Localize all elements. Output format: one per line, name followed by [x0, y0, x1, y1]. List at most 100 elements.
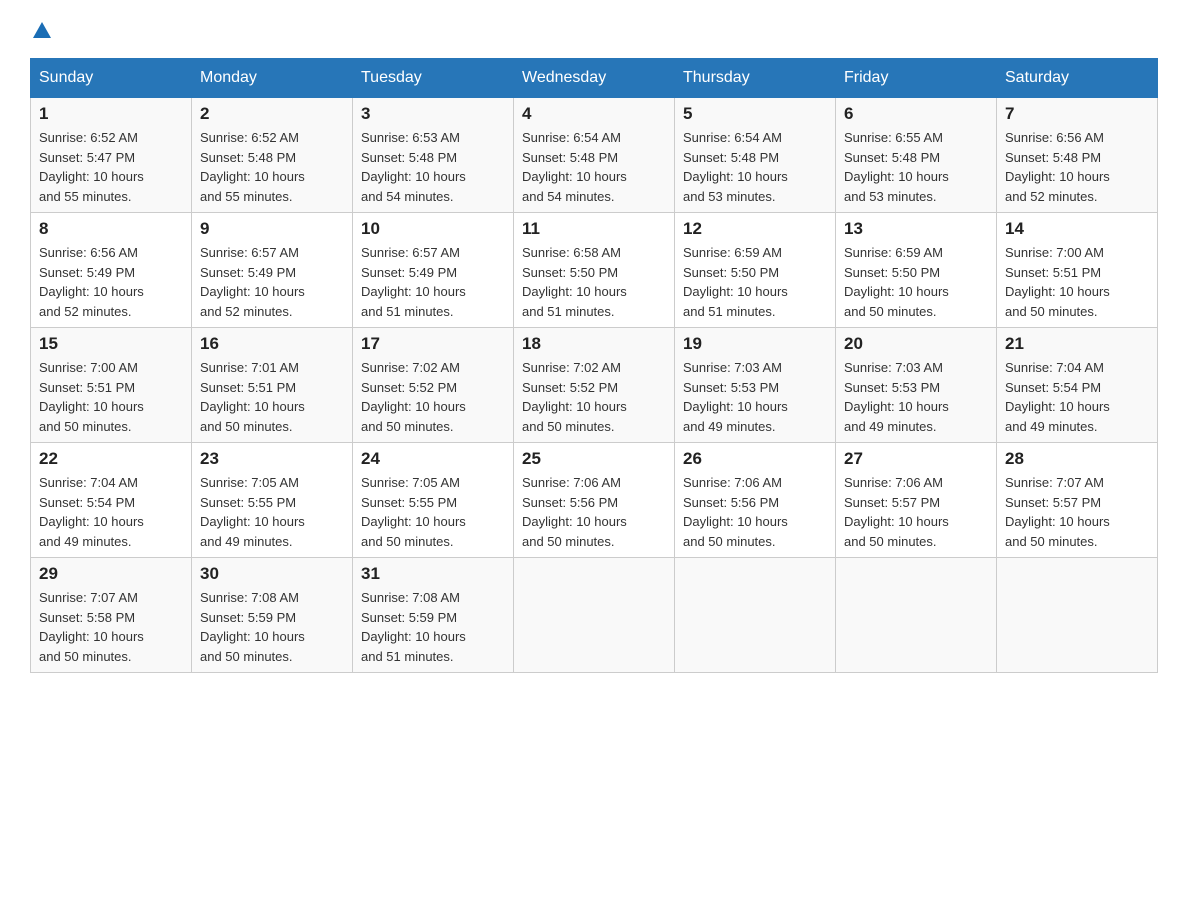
day-cell: 17 Sunrise: 7:02 AM Sunset: 5:52 PM Dayl…: [353, 328, 514, 443]
header-cell-friday: Friday: [836, 59, 997, 98]
day-info: Sunrise: 6:56 AM Sunset: 5:49 PM Dayligh…: [39, 243, 183, 321]
day-info: Sunrise: 7:08 AM Sunset: 5:59 PM Dayligh…: [361, 588, 505, 666]
day-info: Sunrise: 6:57 AM Sunset: 5:49 PM Dayligh…: [200, 243, 344, 321]
day-info: Sunrise: 7:03 AM Sunset: 5:53 PM Dayligh…: [844, 358, 988, 436]
day-info: Sunrise: 7:06 AM Sunset: 5:56 PM Dayligh…: [522, 473, 666, 551]
day-cell: 11 Sunrise: 6:58 AM Sunset: 5:50 PM Dayl…: [514, 213, 675, 328]
day-number: 7: [1005, 104, 1149, 124]
day-info: Sunrise: 6:57 AM Sunset: 5:49 PM Dayligh…: [361, 243, 505, 321]
day-number: 20: [844, 334, 988, 354]
day-info: Sunrise: 7:07 AM Sunset: 5:58 PM Dayligh…: [39, 588, 183, 666]
day-info: Sunrise: 7:05 AM Sunset: 5:55 PM Dayligh…: [200, 473, 344, 551]
day-info: Sunrise: 7:05 AM Sunset: 5:55 PM Dayligh…: [361, 473, 505, 551]
day-number: 2: [200, 104, 344, 124]
header-cell-thursday: Thursday: [675, 59, 836, 98]
day-cell: 9 Sunrise: 6:57 AM Sunset: 5:49 PM Dayli…: [192, 213, 353, 328]
calendar-body: 1 Sunrise: 6:52 AM Sunset: 5:47 PM Dayli…: [31, 98, 1158, 673]
day-cell: 29 Sunrise: 7:07 AM Sunset: 5:58 PM Dayl…: [31, 558, 192, 673]
day-info: Sunrise: 7:00 AM Sunset: 5:51 PM Dayligh…: [1005, 243, 1149, 321]
day-cell: 27 Sunrise: 7:06 AM Sunset: 5:57 PM Dayl…: [836, 443, 997, 558]
day-cell: 28 Sunrise: 7:07 AM Sunset: 5:57 PM Dayl…: [997, 443, 1158, 558]
week-row-4: 22 Sunrise: 7:04 AM Sunset: 5:54 PM Dayl…: [31, 443, 1158, 558]
page-header: [30, 20, 1158, 38]
day-number: 12: [683, 219, 827, 239]
day-info: Sunrise: 7:02 AM Sunset: 5:52 PM Dayligh…: [361, 358, 505, 436]
day-info: Sunrise: 7:02 AM Sunset: 5:52 PM Dayligh…: [522, 358, 666, 436]
day-info: Sunrise: 6:52 AM Sunset: 5:47 PM Dayligh…: [39, 128, 183, 206]
day-number: 16: [200, 334, 344, 354]
day-info: Sunrise: 6:59 AM Sunset: 5:50 PM Dayligh…: [683, 243, 827, 321]
header-cell-wednesday: Wednesday: [514, 59, 675, 98]
day-number: 27: [844, 449, 988, 469]
header-cell-sunday: Sunday: [31, 59, 192, 98]
day-number: 8: [39, 219, 183, 239]
day-info: Sunrise: 6:54 AM Sunset: 5:48 PM Dayligh…: [522, 128, 666, 206]
day-number: 21: [1005, 334, 1149, 354]
day-info: Sunrise: 7:01 AM Sunset: 5:51 PM Dayligh…: [200, 358, 344, 436]
day-info: Sunrise: 6:55 AM Sunset: 5:48 PM Dayligh…: [844, 128, 988, 206]
day-cell: [997, 558, 1158, 673]
day-number: 11: [522, 219, 666, 239]
day-info: Sunrise: 7:06 AM Sunset: 5:56 PM Dayligh…: [683, 473, 827, 551]
day-cell: 2 Sunrise: 6:52 AM Sunset: 5:48 PM Dayli…: [192, 98, 353, 213]
day-number: 26: [683, 449, 827, 469]
day-cell: 12 Sunrise: 6:59 AM Sunset: 5:50 PM Dayl…: [675, 213, 836, 328]
day-cell: [514, 558, 675, 673]
day-info: Sunrise: 6:53 AM Sunset: 5:48 PM Dayligh…: [361, 128, 505, 206]
logo-text: [30, 20, 54, 42]
day-number: 24: [361, 449, 505, 469]
day-info: Sunrise: 7:00 AM Sunset: 5:51 PM Dayligh…: [39, 358, 183, 436]
day-cell: 24 Sunrise: 7:05 AM Sunset: 5:55 PM Dayl…: [353, 443, 514, 558]
logo: [30, 20, 54, 38]
day-number: 9: [200, 219, 344, 239]
day-cell: 30 Sunrise: 7:08 AM Sunset: 5:59 PM Dayl…: [192, 558, 353, 673]
day-cell: 22 Sunrise: 7:04 AM Sunset: 5:54 PM Dayl…: [31, 443, 192, 558]
day-info: Sunrise: 6:54 AM Sunset: 5:48 PM Dayligh…: [683, 128, 827, 206]
day-cell: [675, 558, 836, 673]
day-number: 18: [522, 334, 666, 354]
day-cell: 3 Sunrise: 6:53 AM Sunset: 5:48 PM Dayli…: [353, 98, 514, 213]
day-cell: 7 Sunrise: 6:56 AM Sunset: 5:48 PM Dayli…: [997, 98, 1158, 213]
day-cell: 18 Sunrise: 7:02 AM Sunset: 5:52 PM Dayl…: [514, 328, 675, 443]
day-info: Sunrise: 6:56 AM Sunset: 5:48 PM Dayligh…: [1005, 128, 1149, 206]
day-cell: 1 Sunrise: 6:52 AM Sunset: 5:47 PM Dayli…: [31, 98, 192, 213]
day-info: Sunrise: 7:04 AM Sunset: 5:54 PM Dayligh…: [1005, 358, 1149, 436]
week-row-2: 8 Sunrise: 6:56 AM Sunset: 5:49 PM Dayli…: [31, 213, 1158, 328]
header-cell-saturday: Saturday: [997, 59, 1158, 98]
day-number: 22: [39, 449, 183, 469]
day-number: 28: [1005, 449, 1149, 469]
day-number: 4: [522, 104, 666, 124]
day-number: 23: [200, 449, 344, 469]
day-number: 1: [39, 104, 183, 124]
calendar-header: SundayMondayTuesdayWednesdayThursdayFrid…: [31, 59, 1158, 98]
day-cell: 15 Sunrise: 7:00 AM Sunset: 5:51 PM Dayl…: [31, 328, 192, 443]
header-cell-monday: Monday: [192, 59, 353, 98]
day-number: 14: [1005, 219, 1149, 239]
day-info: Sunrise: 6:52 AM Sunset: 5:48 PM Dayligh…: [200, 128, 344, 206]
day-info: Sunrise: 6:59 AM Sunset: 5:50 PM Dayligh…: [844, 243, 988, 321]
day-cell: 16 Sunrise: 7:01 AM Sunset: 5:51 PM Dayl…: [192, 328, 353, 443]
day-number: 10: [361, 219, 505, 239]
day-number: 15: [39, 334, 183, 354]
day-info: Sunrise: 7:04 AM Sunset: 5:54 PM Dayligh…: [39, 473, 183, 551]
day-cell: 13 Sunrise: 6:59 AM Sunset: 5:50 PM Dayl…: [836, 213, 997, 328]
day-number: 3: [361, 104, 505, 124]
header-cell-tuesday: Tuesday: [353, 59, 514, 98]
day-cell: 19 Sunrise: 7:03 AM Sunset: 5:53 PM Dayl…: [675, 328, 836, 443]
day-cell: 6 Sunrise: 6:55 AM Sunset: 5:48 PM Dayli…: [836, 98, 997, 213]
day-info: Sunrise: 7:06 AM Sunset: 5:57 PM Dayligh…: [844, 473, 988, 551]
calendar-table: SundayMondayTuesdayWednesdayThursdayFrid…: [30, 58, 1158, 673]
day-cell: 25 Sunrise: 7:06 AM Sunset: 5:56 PM Dayl…: [514, 443, 675, 558]
day-number: 19: [683, 334, 827, 354]
day-number: 6: [844, 104, 988, 124]
day-cell: 21 Sunrise: 7:04 AM Sunset: 5:54 PM Dayl…: [997, 328, 1158, 443]
day-cell: 23 Sunrise: 7:05 AM Sunset: 5:55 PM Dayl…: [192, 443, 353, 558]
day-cell: [836, 558, 997, 673]
day-cell: 4 Sunrise: 6:54 AM Sunset: 5:48 PM Dayli…: [514, 98, 675, 213]
day-number: 31: [361, 564, 505, 584]
day-cell: 14 Sunrise: 7:00 AM Sunset: 5:51 PM Dayl…: [997, 213, 1158, 328]
day-cell: 8 Sunrise: 6:56 AM Sunset: 5:49 PM Dayli…: [31, 213, 192, 328]
day-number: 30: [200, 564, 344, 584]
week-row-5: 29 Sunrise: 7:07 AM Sunset: 5:58 PM Dayl…: [31, 558, 1158, 673]
day-cell: 5 Sunrise: 6:54 AM Sunset: 5:48 PM Dayli…: [675, 98, 836, 213]
